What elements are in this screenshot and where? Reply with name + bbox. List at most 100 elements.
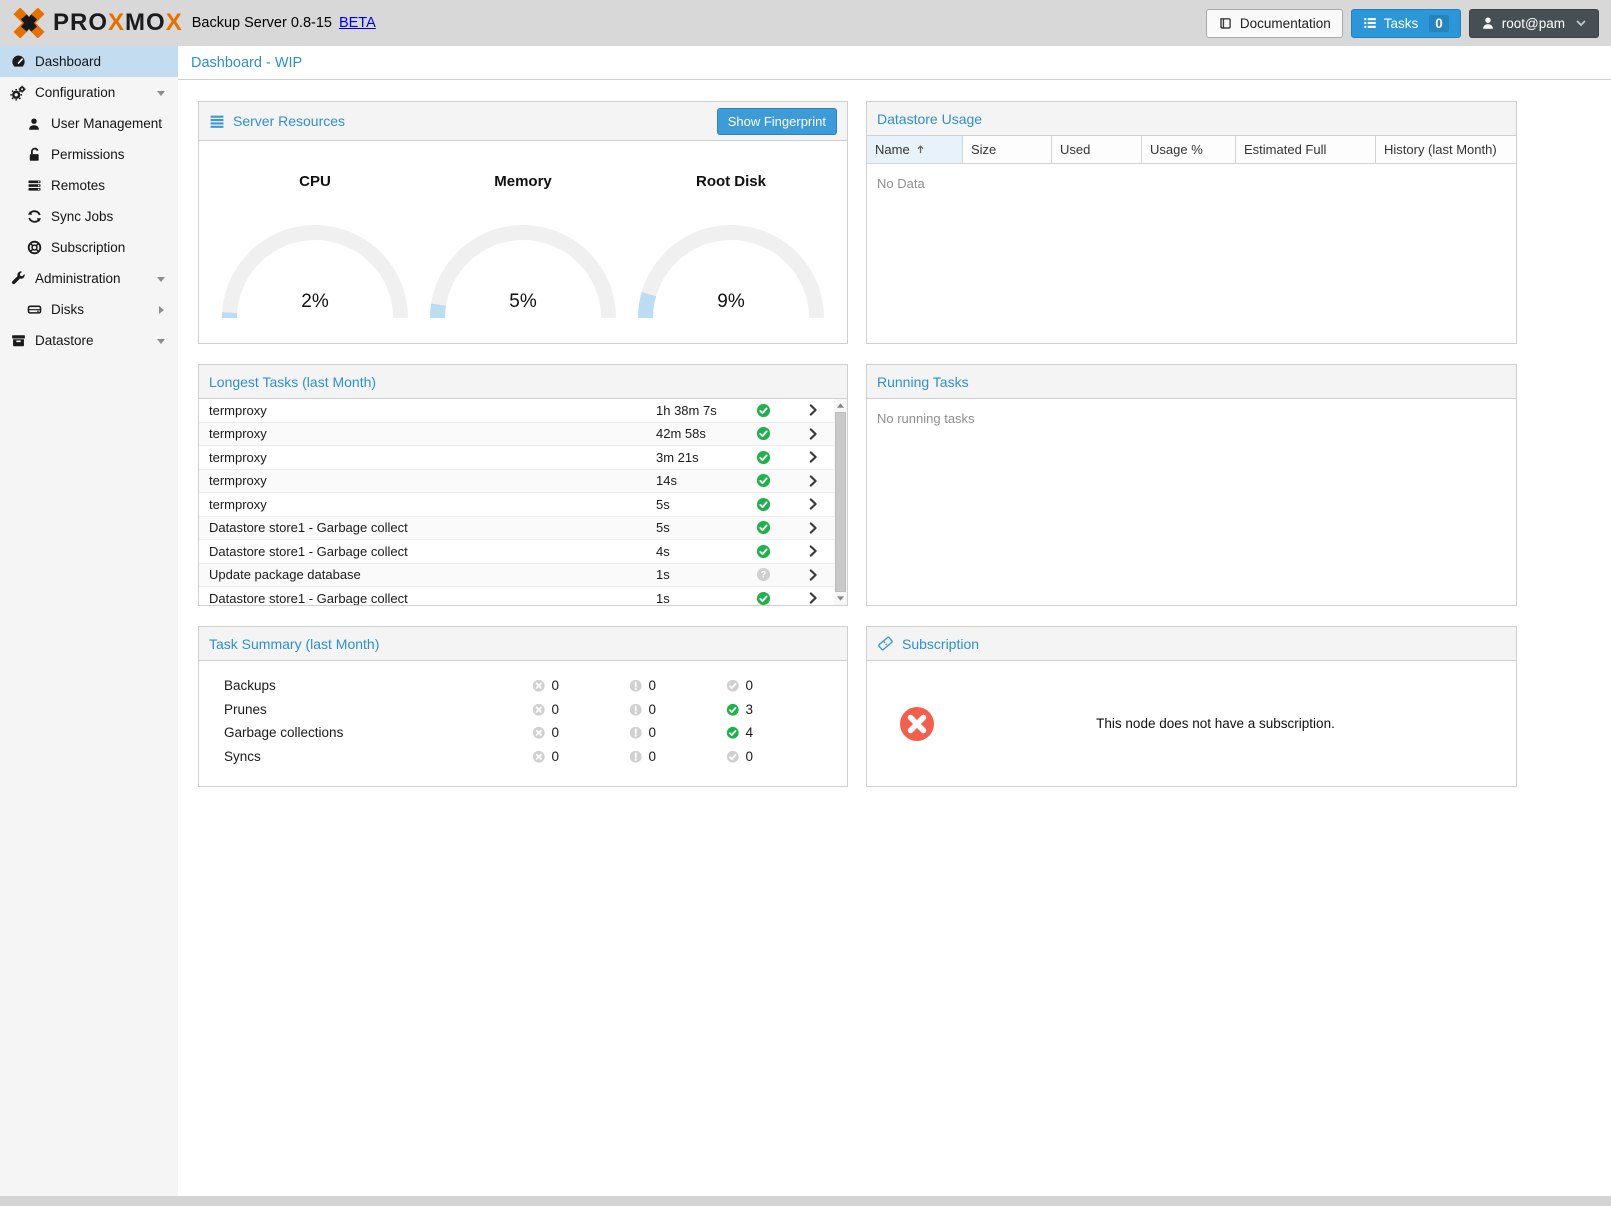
datastore-table-header: Name SizeUsedUsage % Estimated Full History… <box>867 136 1516 164</box>
task-status-ok-icon <box>756 450 792 465</box>
task-open-chevron-icon[interactable] <box>792 544 834 558</box>
task-status-ok-icon <box>756 591 792 605</box>
summary-label: Backups <box>199 678 532 693</box>
column-header-usage-[interactable]: Usage % <box>1142 136 1236 163</box>
task-duration: 1s <box>656 591 756 605</box>
bars-icon <box>209 113 225 129</box>
sidebar-item-administration[interactable]: Administration <box>0 263 178 294</box>
sidebar-item-configuration[interactable]: Configuration <box>0 77 178 108</box>
beta-link[interactable]: BETA <box>339 15 376 31</box>
column-label: Estimated Full <box>1244 142 1326 157</box>
scroll-up-icon[interactable] <box>834 399 847 412</box>
task-status-ok-icon <box>756 497 792 512</box>
warning-count-icon <box>629 703 643 717</box>
sidebar-item-permissions[interactable]: Permissions <box>0 139 178 170</box>
gauge-value: 2% <box>222 291 408 313</box>
task-open-chevron-icon[interactable] <box>792 521 834 535</box>
task-open-chevron-icon[interactable] <box>792 427 834 441</box>
horizontal-scrollbar[interactable] <box>0 1196 1611 1206</box>
ok-count-icon <box>726 703 740 717</box>
error-count-icon <box>532 679 546 693</box>
task-status-unknown-icon: ? <box>756 567 792 582</box>
ok-count-icon <box>726 679 740 693</box>
gauge-value: 9% <box>638 291 824 313</box>
task-open-chevron-icon[interactable] <box>792 450 834 464</box>
column-label: Name <box>875 142 910 157</box>
task-open-chevron-icon[interactable] <box>792 403 834 417</box>
task-name: Datastore store1 - Garbage collect <box>199 544 656 559</box>
task-name: termproxy <box>199 497 656 512</box>
sidebar-item-datastore[interactable]: Datastore <box>0 325 178 356</box>
sidebar-item-sync-jobs[interactable]: Sync Jobs <box>0 201 178 232</box>
task-status-ok-icon <box>756 403 792 418</box>
panel-datastore-usage: Datastore Usage Name SizeUsedUsage % Estim… <box>866 101 1517 344</box>
user-label: root@pam <box>1502 16 1565 31</box>
column-header-used[interactable]: Used <box>1052 136 1142 163</box>
error-count: 0 <box>552 749 560 764</box>
warning-count: 0 <box>649 749 657 764</box>
panel-subscription: Subscription This node does not have a s… <box>866 626 1517 787</box>
sidebar-item-label: Remotes <box>51 178 105 193</box>
sidebar-item-remotes[interactable]: Remotes <box>0 170 178 201</box>
sidebar-item-label: Disks <box>51 302 84 317</box>
ok-count: 0 <box>746 749 754 764</box>
book-icon <box>1218 16 1233 31</box>
error-count: 0 <box>552 725 560 740</box>
tasks-button[interactable]: Tasks 0 <box>1351 9 1461 38</box>
show-fingerprint-button[interactable]: Show Fingerprint <box>717 108 837 135</box>
scroll-down-icon[interactable] <box>834 592 847 605</box>
task-row[interactable]: Update package database1s? <box>199 564 834 588</box>
proxmox-x-logo-icon <box>12 8 46 38</box>
sidebar-item-user-management[interactable]: User Management <box>0 108 178 139</box>
datastore-usage-title: Datastore Usage <box>877 111 982 127</box>
chevron-down-icon <box>1575 17 1587 29</box>
caret-right-icon[interactable] <box>156 305 166 315</box>
subscription-message: This node does not have a subscription. <box>935 716 1496 731</box>
svg-text:?: ? <box>761 570 766 580</box>
caret-down-icon[interactable] <box>156 336 166 346</box>
sidebar-item-subscription[interactable]: Subscription <box>0 232 178 263</box>
task-row[interactable]: termproxy5s <box>199 493 834 517</box>
error-count-icon <box>532 703 546 717</box>
caret-down-icon[interactable] <box>156 274 166 284</box>
scrollbar-thumb[interactable] <box>835 412 846 592</box>
task-open-chevron-icon[interactable] <box>792 497 834 511</box>
running-tasks-title: Running Tasks <box>877 374 969 390</box>
summary-row-syncs: Syncs000 <box>199 745 847 769</box>
warning-count: 0 <box>649 725 657 740</box>
task-open-chevron-icon[interactable] <box>792 474 834 488</box>
column-header-history-last-month-[interactable]: History (last Month) <box>1376 136 1516 163</box>
task-row[interactable]: Datastore store1 - Garbage collect1s <box>199 587 834 605</box>
error-count: 0 <box>552 702 560 717</box>
task-open-chevron-icon[interactable] <box>792 568 834 582</box>
task-row[interactable]: termproxy1h 38m 7s <box>199 399 834 423</box>
column-header-name[interactable]: Name <box>867 136 963 163</box>
task-row[interactable]: termproxy14s <box>199 470 834 494</box>
user-menu-button[interactable]: root@pam <box>1469 9 1599 38</box>
task-open-chevron-icon[interactable] <box>792 591 834 605</box>
running-tasks-empty-text: No running tasks <box>867 399 1516 438</box>
column-header-estimated-full[interactable]: Estimated Full <box>1236 136 1376 163</box>
warning-count-icon <box>629 726 643 740</box>
sidebar-item-label: Configuration <box>35 85 115 100</box>
task-row[interactable]: Datastore store1 - Garbage collect5s <box>199 517 834 541</box>
gauge-label: Memory <box>428 173 618 190</box>
task-duration: 1s <box>656 567 756 582</box>
task-row[interactable]: Datastore store1 - Garbage collect4s <box>199 540 834 564</box>
vertical-scrollbar[interactable] <box>834 399 847 605</box>
task-row[interactable]: termproxy3m 21s <box>199 446 834 470</box>
panel-longest-tasks: Longest Tasks (last Month) termproxy1h 3… <box>198 364 848 606</box>
page-title-bar: Dashboard - WIP <box>178 46 1611 80</box>
task-name: termproxy <box>199 450 656 465</box>
longest-tasks-list: termproxy1h 38m 7stermproxy42m 58stermpr… <box>199 399 847 605</box>
sidebar-item-dashboard[interactable]: Dashboard <box>0 46 178 77</box>
column-header-size[interactable]: Size <box>963 136 1052 163</box>
sidebar-item-disks[interactable]: Disks <box>0 294 178 325</box>
caret-down-icon[interactable] <box>156 88 166 98</box>
summary-row-prunes: Prunes003 <box>199 698 847 722</box>
sidebar-item-label: Permissions <box>51 147 125 162</box>
task-duration: 14s <box>656 473 756 488</box>
documentation-button[interactable]: Documentation <box>1206 9 1343 38</box>
task-row[interactable]: termproxy42m 58s <box>199 423 834 447</box>
task-name: termproxy <box>199 473 656 488</box>
